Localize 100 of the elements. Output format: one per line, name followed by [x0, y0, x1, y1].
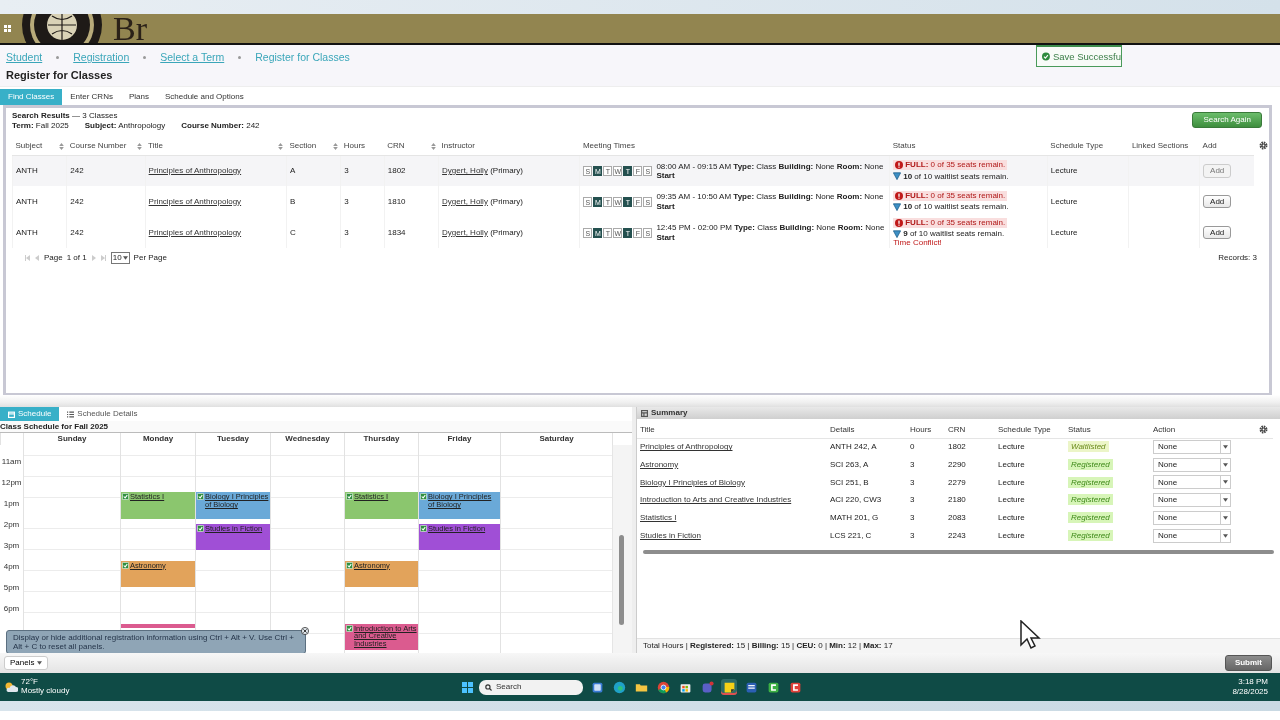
course-title-link[interactable]: Principles of Anthropology [640, 442, 733, 452]
table-cell-text: 3 [909, 530, 916, 543]
table-cell-text: Lecture [997, 512, 1026, 525]
weather-icon[interactable] [4, 681, 18, 693]
meeting-info: 09:35 AM - 10:50 AM Type: Class Building: None Room: None Start [656, 192, 885, 211]
column-header: Schedule Type [998, 424, 1051, 434]
taskbar-app[interactable] [655, 679, 671, 695]
sort-icon[interactable] [58, 143, 64, 150]
action-dropdown[interactable]: None [1153, 528, 1231, 543]
course-title-link[interactable]: Statistics I [640, 513, 677, 523]
alert-icon [895, 191, 904, 200]
taskbar-app[interactable] [721, 679, 737, 695]
course-title-link[interactable]: Principles of Anthropology [148, 227, 242, 237]
table-cell: 3 [340, 186, 385, 217]
course-title-link[interactable]: Biology I Principles of Biology [640, 477, 745, 487]
action-dropdown[interactable]: None [1153, 457, 1231, 472]
page-label: Page [44, 253, 63, 263]
action-dropdown[interactable]: None [1153, 511, 1231, 526]
close-icon[interactable] [301, 627, 309, 635]
column-header: Status [1068, 424, 1091, 434]
column-header: Schedule Type [1050, 140, 1104, 150]
sort-icon[interactable] [278, 143, 284, 150]
status-tag: Registered [1068, 458, 1113, 470]
day-header: Tuesday [195, 433, 270, 445]
sort-icon[interactable] [137, 143, 143, 150]
table-cell-text: 2083 [947, 512, 967, 525]
tab[interactable]: Enter CRNs [62, 89, 121, 105]
course-title-link[interactable]: Studies in Fiction [640, 531, 701, 541]
results-count: — 3 Classes [72, 111, 118, 120]
table-cell-text: Lecture [997, 530, 1026, 543]
class-event[interactable] [121, 623, 195, 629]
hour-label: 3pm [3, 540, 20, 550]
column-header: Status [892, 140, 916, 150]
note-icon [722, 680, 736, 694]
caret-icon [122, 255, 128, 260]
per-page-label: Per Page [133, 253, 167, 263]
panel-tab[interactable]: Schedule Details [59, 407, 146, 421]
column-header: Title [640, 424, 655, 434]
apps-menu-icon[interactable] [4, 25, 11, 32]
taskbar-app[interactable] [611, 679, 627, 695]
start-icon[interactable] [462, 681, 473, 693]
action-dropdown[interactable]: None [1153, 475, 1231, 490]
panels-dropdown[interactable]: Panels [4, 656, 49, 670]
settings-icon[interactable] [1259, 424, 1268, 434]
alert-icon [895, 218, 904, 227]
checkbox-icon [420, 493, 427, 501]
mouse-cursor-icon [1020, 620, 1042, 650]
column-header: CRN [948, 424, 966, 434]
column-header: CRN [387, 140, 405, 150]
logo-text: Br [113, 14, 147, 43]
table-cell: 3 [340, 217, 385, 248]
toast-message: Save Successfu [1052, 50, 1121, 63]
hour-label: 5pm [3, 582, 20, 592]
table-cell: 1802 [945, 438, 995, 456]
widgets-icon [590, 680, 604, 694]
column-header: Hours [910, 424, 932, 434]
status-tag: Registered [1068, 512, 1113, 524]
instructor-link[interactable]: Dygert, Holly [442, 196, 488, 206]
add-button[interactable]: Add [1203, 225, 1232, 240]
sort-icon[interactable] [332, 143, 338, 150]
table-cell-text: Lecture [997, 458, 1026, 471]
checkbox-icon [122, 493, 129, 501]
instructor-link[interactable]: Dygert, Holly [442, 165, 488, 175]
status-tag: Registered [1068, 476, 1113, 488]
course-title-link[interactable]: Introduction to Arts and Creative Industries [640, 495, 792, 505]
hour-label: 2pm [3, 519, 20, 529]
taskbar-search[interactable]: Search [479, 679, 583, 695]
table-cell: Lecture [995, 438, 1065, 456]
column-header: Hours [343, 140, 366, 150]
action-dropdown[interactable]: None [1153, 440, 1231, 455]
table-cell-text: 3 [909, 512, 916, 525]
waitlist-status: 10 of 10 waitlist seats remain. [903, 171, 1009, 182]
records-count: Records: 3 [1218, 253, 1257, 263]
seats-status: FULL: 0 of 35 seats remain. [905, 191, 1006, 201]
scrollbar[interactable] [612, 445, 632, 653]
app-icon [788, 680, 802, 694]
caret-icon [1223, 498, 1228, 503]
course-title-link[interactable]: Principles of Anthropology [148, 196, 242, 206]
action-dropdown[interactable]: None [1153, 493, 1231, 508]
settings-icon[interactable] [1259, 141, 1268, 150]
checkbox-icon [346, 493, 353, 501]
add-button[interactable]: Add [1203, 194, 1232, 209]
table-cell: B [286, 186, 341, 217]
waitlist-icon [893, 203, 902, 212]
submit-button[interactable]: Submit [1224, 655, 1272, 671]
checkbox-icon [346, 561, 353, 569]
clock-time: 3:18 PM [1237, 677, 1268, 687]
sort-icon[interactable] [430, 143, 436, 150]
horizontal-scrollbar[interactable] [643, 548, 1274, 556]
status-tag: Registered [1068, 530, 1113, 542]
tab[interactable]: Plans [120, 89, 157, 105]
hour-label: 4pm [3, 561, 20, 571]
tab[interactable]: Schedule and Options [156, 89, 252, 105]
course-title-link[interactable]: Astronomy [640, 459, 679, 469]
table-icon [641, 409, 648, 417]
per-page-dropdown[interactable]: 10 [110, 252, 130, 264]
seats-status: FULL: 0 of 35 seats remain. [905, 160, 1006, 170]
table-cell: 242 [66, 186, 146, 217]
instructor-link[interactable]: Dygert, Holly [442, 227, 488, 237]
search-criterion: Course Number: 242 [181, 121, 260, 131]
